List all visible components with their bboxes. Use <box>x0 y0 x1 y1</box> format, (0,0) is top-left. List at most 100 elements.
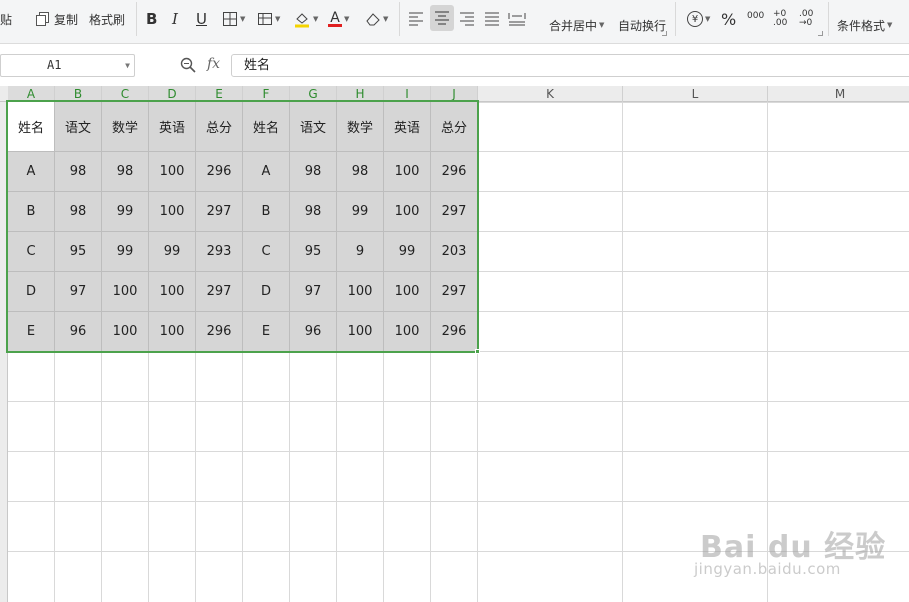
header-cell[interactable]: 语文 <box>290 102 337 152</box>
table-cell[interactable]: 100 <box>149 272 196 312</box>
table-cell[interactable]: A <box>8 152 55 192</box>
font-color-button[interactable]: A ▼ <box>328 0 349 38</box>
table-cell[interactable]: 297 <box>431 272 478 312</box>
percent-button[interactable]: % <box>721 0 736 38</box>
table-cell[interactable]: C <box>8 232 55 272</box>
fill-color-button[interactable]: ▼ <box>293 0 318 38</box>
table-cell[interactable]: 297 <box>431 192 478 232</box>
table-cell[interactable]: 100 <box>384 272 431 312</box>
cell-style-button[interactable]: ▼ <box>257 0 280 38</box>
conditional-format-button[interactable]: 条件格式 ▼ <box>837 6 892 44</box>
table-cell[interactable]: 297 <box>196 192 243 232</box>
currency-button[interactable]: ¥ ▼ <box>687 0 710 38</box>
table-cell[interactable]: 100 <box>337 272 384 312</box>
column-header-e[interactable]: E <box>196 86 243 102</box>
align-left-button[interactable] <box>408 0 424 38</box>
header-cell[interactable]: 总分 <box>196 102 243 152</box>
table-cell[interactable]: 100 <box>384 152 431 192</box>
header-cell[interactable]: 总分 <box>431 102 478 152</box>
header-cell[interactable]: 姓名 <box>8 102 55 152</box>
table-cell[interactable]: D <box>243 272 290 312</box>
italic-button[interactable]: I <box>172 0 178 38</box>
column-header-g[interactable]: G <box>290 86 337 102</box>
zoom-search-icon[interactable] <box>180 57 196 77</box>
distribute-button[interactable] <box>508 0 526 38</box>
column-header-a[interactable]: A <box>8 86 55 102</box>
table-cell[interactable]: A <box>243 152 290 192</box>
thousands-button[interactable]: 000 <box>747 0 764 38</box>
table-cell[interactable]: B <box>8 192 55 232</box>
clear-button[interactable]: ▼ <box>365 0 388 38</box>
column-header-c[interactable]: C <box>102 86 149 102</box>
column-header-m[interactable]: M <box>768 86 909 102</box>
paste-button[interactable]: 粘贴 <box>0 0 12 38</box>
header-cell[interactable]: 英语 <box>384 102 431 152</box>
format-painter-button[interactable]: 格式刷 <box>89 0 125 38</box>
chevron-down-icon[interactable]: ▼ <box>125 55 130 76</box>
table-cell[interactable]: 95 <box>55 232 102 272</box>
table-cell[interactable]: 296 <box>431 152 478 192</box>
table-cell[interactable]: 296 <box>431 312 478 352</box>
column-header-f[interactable]: F <box>243 86 290 102</box>
table-cell[interactable]: 100 <box>149 312 196 352</box>
header-cell[interactable]: 数学 <box>102 102 149 152</box>
borders-button[interactable]: ▼ <box>222 0 245 38</box>
table-cell[interactable]: 99 <box>384 232 431 272</box>
table-cell[interactable]: 98 <box>102 152 149 192</box>
table-cell[interactable]: 98 <box>290 152 337 192</box>
copy-button[interactable]: 复制 <box>36 0 78 38</box>
fill-handle[interactable] <box>475 349 480 354</box>
header-cell[interactable]: 语文 <box>55 102 102 152</box>
column-header-h[interactable]: H <box>337 86 384 102</box>
table-cell[interactable]: 293 <box>196 232 243 272</box>
dialog-launcher-icon[interactable] <box>818 31 823 36</box>
table-cell[interactable]: 99 <box>337 192 384 232</box>
bold-button[interactable]: B <box>146 0 157 38</box>
table-cell[interactable]: 296 <box>196 152 243 192</box>
table-cell[interactable]: 96 <box>55 312 102 352</box>
table-cell[interactable]: B <box>243 192 290 232</box>
header-cell[interactable]: 英语 <box>149 102 196 152</box>
name-box[interactable]: A1 ▼ <box>0 54 135 77</box>
column-header-d[interactable]: D <box>149 86 196 102</box>
table-cell[interactable]: 100 <box>149 192 196 232</box>
table-cell[interactable]: 100 <box>102 272 149 312</box>
column-header-j[interactable]: J <box>431 86 478 102</box>
table-cell[interactable]: 98 <box>337 152 384 192</box>
table-cell[interactable]: 99 <box>102 232 149 272</box>
table-cell[interactable]: 97 <box>55 272 102 312</box>
align-right-button[interactable] <box>459 0 475 38</box>
table-cell[interactable]: 203 <box>431 232 478 272</box>
table-cell[interactable]: 100 <box>337 312 384 352</box>
table-cell[interactable]: 296 <box>196 312 243 352</box>
table-cell[interactable]: 100 <box>102 312 149 352</box>
table-cell[interactable]: E <box>8 312 55 352</box>
column-header-i[interactable]: I <box>384 86 431 102</box>
table-cell[interactable]: 297 <box>196 272 243 312</box>
fx-icon[interactable]: fx <box>207 56 220 72</box>
table-cell[interactable]: 99 <box>149 232 196 272</box>
table-cell[interactable]: 98 <box>55 192 102 232</box>
column-header-l[interactable]: L <box>623 86 768 102</box>
header-cell[interactable]: 姓名 <box>243 102 290 152</box>
header-cell[interactable]: 数学 <box>337 102 384 152</box>
table-cell[interactable]: 96 <box>290 312 337 352</box>
column-header-k[interactable]: K <box>478 86 623 102</box>
dialog-launcher-icon[interactable] <box>662 31 667 36</box>
table-cell[interactable]: 100 <box>384 312 431 352</box>
wrap-text-button[interactable]: 自动换行 <box>618 6 666 44</box>
table-cell[interactable]: C <box>243 232 290 272</box>
table-cell[interactable]: 9 <box>337 232 384 272</box>
table-cell[interactable]: 98 <box>290 192 337 232</box>
table-cell[interactable]: 98 <box>55 152 102 192</box>
worksheet-grid[interactable]: 姓名 语文 数学 英语 总分 姓名 语文 数学 英语 总分 A 98 98 100 296 A 98 98 100 2… <box>8 102 909 602</box>
table-cell[interactable]: 100 <box>149 152 196 192</box>
increase-decimal-button[interactable]: +0 .00 <box>773 0 793 38</box>
align-center-button[interactable] <box>430 5 454 31</box>
merge-center-button[interactable]: 合并居中 ▼ <box>549 6 604 44</box>
column-header-b[interactable]: B <box>55 86 102 102</box>
underline-button[interactable]: U <box>196 0 207 38</box>
table-cell[interactable]: 100 <box>384 192 431 232</box>
table-cell[interactable]: 97 <box>290 272 337 312</box>
justify-button[interactable] <box>484 0 500 38</box>
